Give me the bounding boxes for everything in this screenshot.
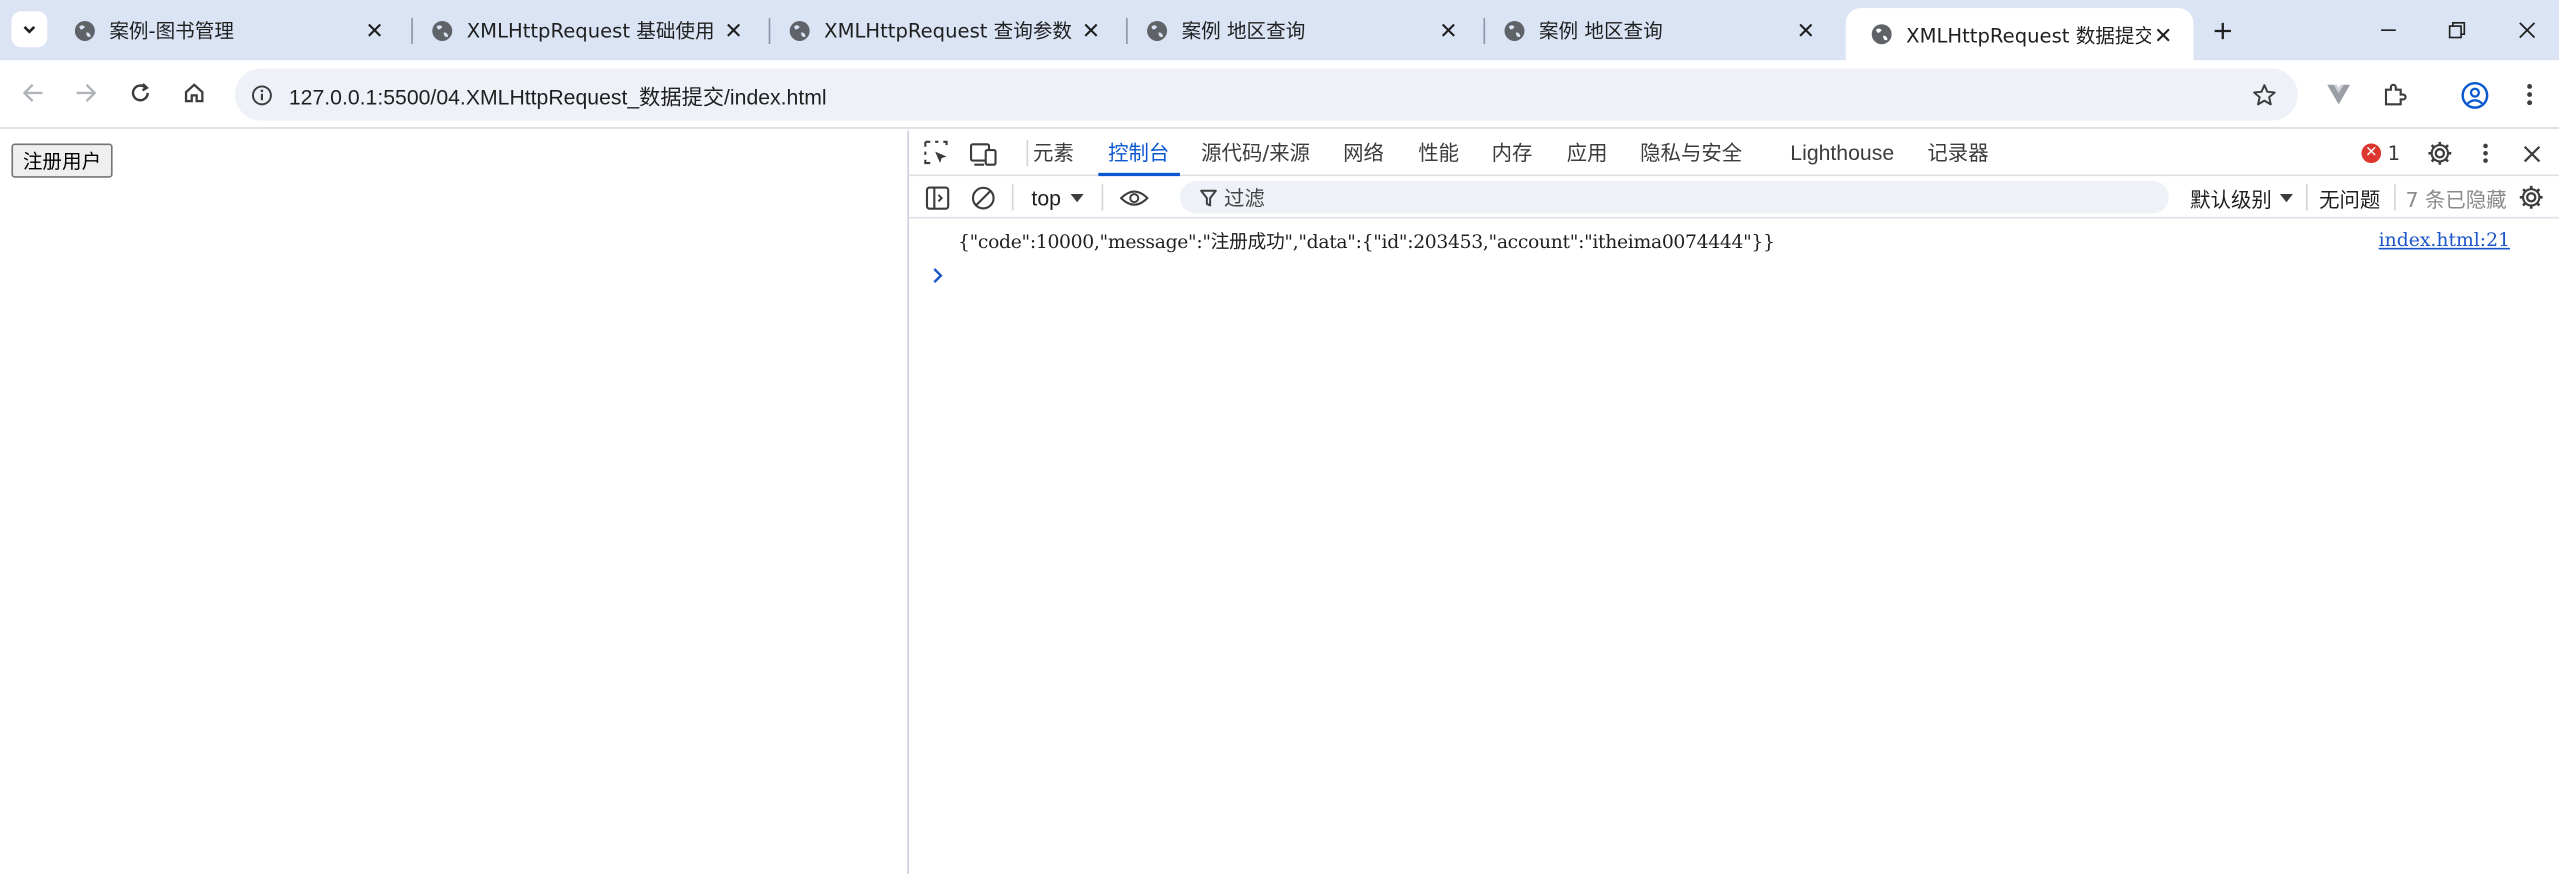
register-user-button[interactable]: 注册用户: [11, 143, 113, 178]
tab-recorder[interactable]: 记录器: [1927, 130, 1988, 176]
tab-close-icon[interactable]: [721, 19, 744, 42]
live-expression-eye-icon[interactable]: [1119, 183, 1149, 212]
globe-icon: [1147, 20, 1168, 41]
caret-down-icon: [1070, 193, 1084, 202]
globe-icon: [432, 20, 453, 41]
filter-funnel-icon: [1196, 186, 1219, 209]
tab-privacy-security[interactable]: 隐私与安全: [1640, 130, 1742, 176]
vue-devtools-icon[interactable]: [2322, 78, 2355, 111]
toolbar-divider: [1026, 140, 1029, 167]
tab-title: XMLHttpRequest 查询参数: [824, 19, 1073, 43]
restore-icon: [2447, 21, 2465, 38]
globe-icon: [74, 20, 95, 41]
toolbar-divider: [2306, 184, 2308, 211]
page-viewport: 注册用户: [0, 130, 908, 874]
console-prompt-chevron-icon[interactable]: [929, 266, 945, 286]
toolbar-divider: [2394, 184, 2396, 211]
new-tab-button[interactable]: [2206, 15, 2239, 48]
log-level-value: 默认级别: [2190, 187, 2272, 212]
bookmark-star-icon[interactable]: [2249, 80, 2278, 109]
error-icon: ✕: [2361, 143, 2382, 164]
close-devtools-icon[interactable]: [2517, 139, 2546, 168]
tab-title: 案例 地区查询: [1181, 19, 1306, 43]
toolbar-divider: [1101, 184, 1104, 211]
globe-icon: [789, 20, 810, 41]
extensions-icon[interactable]: [2378, 78, 2411, 111]
settings-gear-icon[interactable]: [2425, 139, 2454, 168]
plus-icon: [2214, 22, 2231, 40]
tab-strip: 案例-图书管理 XMLHttpRequest 基础使用 XMLHttpReque…: [0, 0, 2559, 61]
address-bar[interactable]: 127.0.0.1:5500/04.XMLHttpRequest_数据提交/in…: [235, 68, 2298, 121]
browser-tab[interactable]: 案例 地区查询: [1121, 0, 1478, 60]
tab-title: XMLHttpRequest 数据提交: [1906, 23, 2151, 47]
devtools-tab-bar: 元素 控制台 源代码/来源 网络 性能 内存 应用 隐私与安全 Lighthou…: [909, 130, 2559, 177]
device-toolbar-icon[interactable]: [968, 139, 997, 168]
browser-tab-active[interactable]: XMLHttpRequest 数据提交: [1845, 8, 2194, 61]
reload-button[interactable]: [124, 77, 157, 110]
tab-title: 案例-图书管理: [109, 19, 234, 43]
forward-button[interactable]: [70, 77, 103, 110]
tab-close-icon[interactable]: [362, 19, 385, 42]
url-text[interactable]: 127.0.0.1:5500/04.XMLHttpRequest_数据提交/in…: [289, 80, 827, 111]
tab-sources[interactable]: 源代码/来源: [1201, 130, 1310, 176]
tab-title: XMLHttpRequest 基础使用: [466, 19, 715, 43]
browser-tab[interactable]: XMLHttpRequest 查询参数: [764, 0, 1121, 60]
close-icon: [2518, 21, 2535, 38]
reload-icon: [131, 83, 149, 102]
context-selector[interactable]: top: [1031, 183, 1084, 212]
console-log-entry: {"code":10000,"message":"注册成功","data":{"…: [909, 222, 2559, 255]
console-settings-gear-icon[interactable]: [2517, 183, 2546, 212]
error-count: 1: [2387, 141, 2401, 165]
back-button[interactable]: [16, 77, 49, 110]
tab-search-button[interactable]: [11, 11, 48, 48]
browser-tab[interactable]: 案例 地区查询: [1479, 0, 1836, 60]
browser-tab[interactable]: XMLHttpRequest 基础使用: [406, 0, 763, 60]
devtools-menu-icon[interactable]: [2471, 139, 2500, 168]
menu-kebab-icon[interactable]: [2513, 78, 2546, 111]
profile-avatar-icon[interactable]: [2458, 78, 2491, 111]
home-button[interactable]: [178, 77, 211, 110]
arrow-left-icon: [22, 83, 43, 102]
tab-close-icon[interactable]: [1794, 19, 1817, 42]
restore-button[interactable]: [2440, 13, 2473, 46]
hidden-messages-count: 7 条已隐藏: [2405, 187, 2507, 212]
sidebar-toggle-icon[interactable]: [922, 183, 951, 212]
clear-console-icon[interactable]: [968, 183, 997, 212]
tab-application[interactable]: 应用: [1567, 130, 1608, 176]
toolbar-divider: [1011, 184, 1014, 211]
minimize-button[interactable]: [2371, 13, 2404, 46]
error-count-badge[interactable]: ✕ 1: [2361, 140, 2401, 166]
tab-performance[interactable]: 性能: [1418, 130, 1459, 176]
chevron-down-icon: [23, 25, 36, 34]
browser-toolbar: 127.0.0.1:5500/04.XMLHttpRequest_数据提交/in…: [0, 60, 2559, 129]
minimize-icon: [2380, 28, 2395, 31]
console-filter[interactable]: [1179, 180, 2169, 214]
arrow-right-icon: [76, 83, 97, 102]
home-icon: [184, 83, 204, 103]
context-value: top: [1031, 185, 1061, 210]
tab-close-icon[interactable]: [1436, 19, 1459, 42]
caret-down-icon: [2279, 194, 2293, 203]
issues-button[interactable]: 无问题: [2319, 183, 2380, 214]
log-level-selector[interactable]: 默认级别: [2190, 183, 2293, 214]
browser-tab[interactable]: 案例-图书管理: [49, 0, 405, 60]
tab-close-icon[interactable]: [1079, 19, 1102, 42]
tab-console[interactable]: 控制台: [1098, 130, 1179, 177]
globe-icon: [1504, 20, 1525, 41]
console-toolbar: top 默认级别 无问题 7 条已隐藏: [909, 176, 2559, 219]
console-source-link[interactable]: index.html:21: [2379, 228, 2510, 251]
tab-close-icon[interactable]: [2151, 23, 2174, 46]
close-window-button[interactable]: [2510, 13, 2543, 46]
console-message: {"code":10000,"message":"注册成功","data":{"…: [957, 229, 1775, 253]
site-info-icon[interactable]: [248, 82, 274, 108]
tab-lighthouse[interactable]: Lighthouse: [1790, 130, 1894, 176]
inspect-element-icon[interactable]: [922, 139, 951, 168]
globe-icon: [1871, 24, 1892, 45]
tab-title: 案例 地区查询: [1538, 19, 1663, 43]
tab-elements[interactable]: 元素: [1033, 130, 1074, 176]
devtools-panel: 元素 控制台 源代码/来源 网络 性能 内存 应用 隐私与安全 Lighthou…: [907, 130, 2559, 874]
tab-memory[interactable]: 内存: [1492, 130, 1533, 176]
tab-network[interactable]: 网络: [1343, 130, 1384, 176]
filter-input[interactable]: [1224, 184, 2138, 211]
